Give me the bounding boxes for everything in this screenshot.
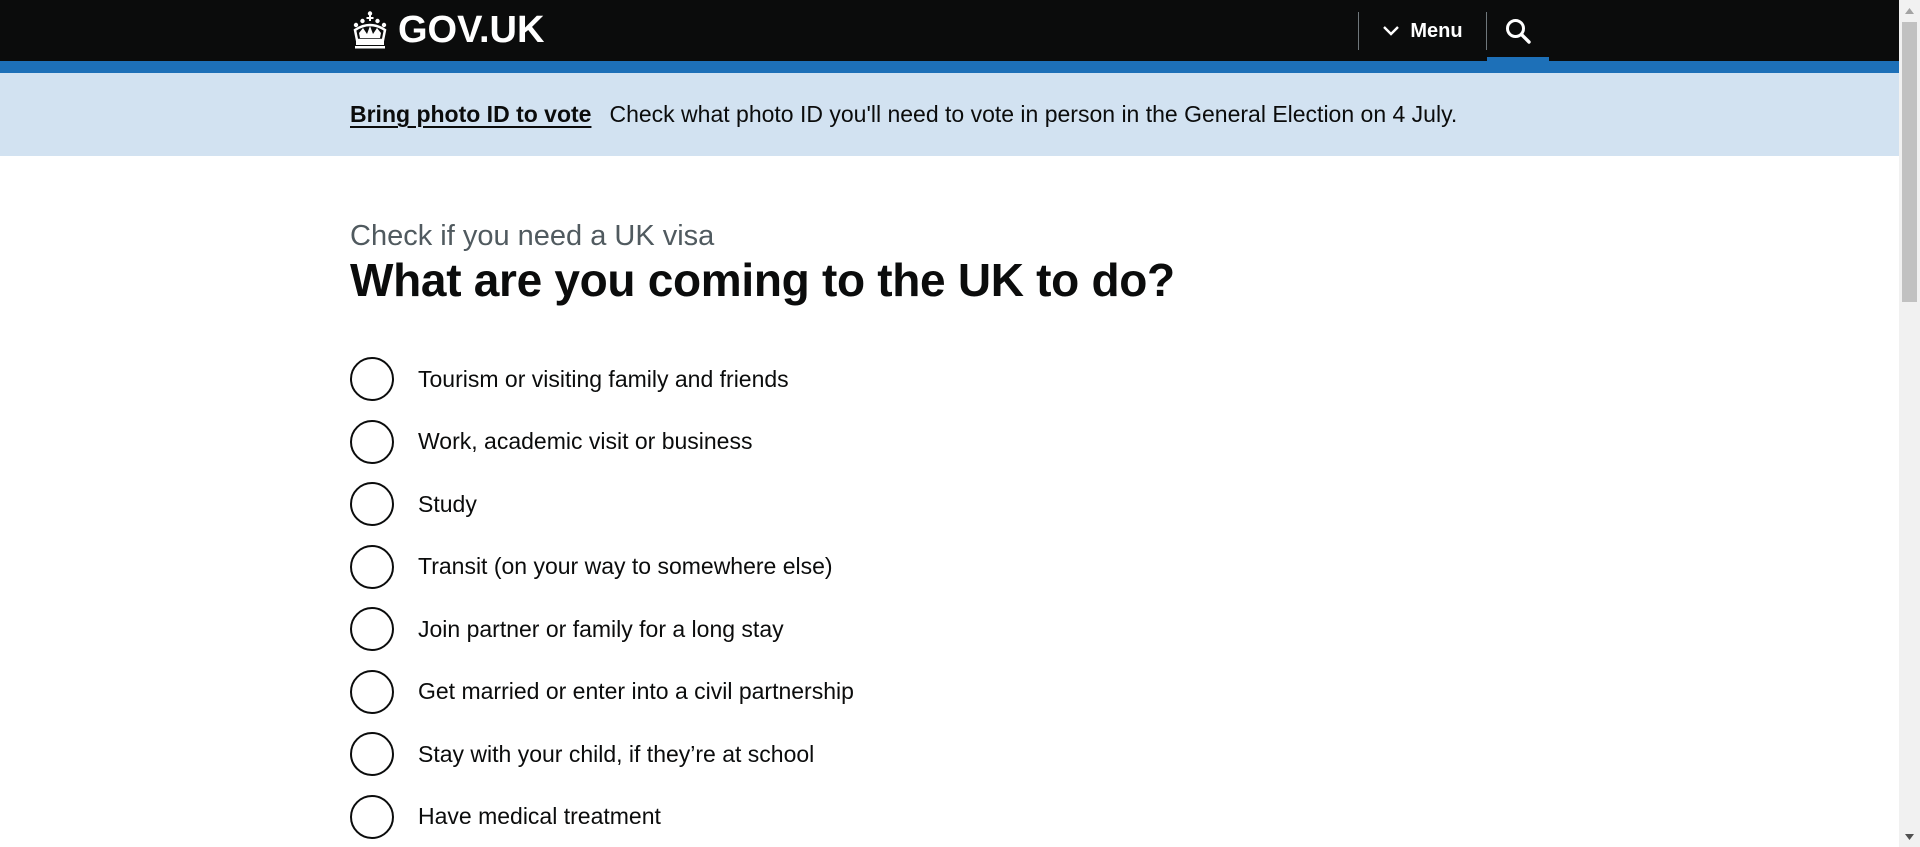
page: GOV.UK Menu Bring photo ID to vote Check… (0, 0, 1899, 847)
menu-button[interactable]: Menu (1360, 12, 1485, 50)
site-header: GOV.UK Menu (0, 0, 1899, 61)
radio-button[interactable] (350, 544, 394, 589)
question-caption: Check if you need a UK visa (350, 220, 715, 252)
search-button[interactable] (1487, 12, 1549, 50)
radio-group: Tourism or visiting family and friends W… (350, 348, 1250, 847)
radio-label[interactable]: Join partner or family for a long stay (418, 616, 784, 643)
scrollbar-thumb[interactable] (1902, 22, 1917, 302)
radio-option[interactable]: Tourism or visiting family and friends (350, 348, 1250, 411)
scroll-up-icon (1905, 7, 1914, 14)
radio-label[interactable]: Get married or enter into a civil partne… (418, 678, 854, 705)
chevron-down-icon (1383, 26, 1400, 36)
radio-button[interactable] (350, 607, 394, 652)
banner-content: Bring photo ID to vote Check what photo … (350, 101, 1457, 128)
scroll-down-arrow[interactable] (1899, 828, 1920, 845)
radio-label[interactable]: Have medical treatment (418, 803, 661, 830)
scroll-up-arrow[interactable] (1899, 2, 1920, 19)
radio-label[interactable]: Transit (on your way to somewhere else) (418, 553, 833, 580)
radio-option[interactable]: Work, academic visit or business (350, 411, 1250, 474)
menu-label: Menu (1410, 19, 1463, 42)
radio-option[interactable]: Study (350, 473, 1250, 536)
radio-button[interactable] (350, 669, 394, 714)
radio-label[interactable]: Work, academic visit or business (418, 428, 752, 455)
radio-option[interactable]: Transit (on your way to somewhere else) (350, 536, 1250, 599)
radio-option[interactable]: Join partner or family for a long stay (350, 598, 1250, 661)
crown-icon (353, 11, 387, 49)
radio-option[interactable]: Have medical treatment (350, 786, 1250, 847)
radio-button[interactable] (350, 357, 394, 402)
radio-option[interactable]: Stay with your child, if they’re at scho… (350, 723, 1250, 786)
radio-button[interactable] (350, 794, 394, 839)
radio-label[interactable]: Tourism or visiting family and friends (418, 366, 789, 393)
header-divider (1358, 12, 1359, 50)
banner-link[interactable]: Bring photo ID to vote (350, 101, 591, 128)
radio-button[interactable] (350, 419, 394, 464)
radio-label[interactable]: Study (418, 491, 477, 518)
radio-label[interactable]: Stay with your child, if they’re at scho… (418, 741, 814, 768)
radio-button[interactable] (350, 732, 394, 777)
logo-text: GOV.UK (398, 9, 545, 51)
banner-message: Check what photo ID you'll need to vote … (609, 101, 1458, 127)
radio-option[interactable]: Get married or enter into a civil partne… (350, 661, 1250, 724)
govuk-logo-link[interactable]: GOV.UK (350, 6, 544, 54)
emergency-banner: Bring photo ID to vote Check what photo … (0, 73, 1899, 156)
page-title: What are you coming to the UK to do? (350, 254, 1175, 306)
radio-button[interactable] (350, 482, 394, 527)
search-icon (1506, 19, 1531, 44)
header-blue-stripe (0, 61, 1899, 73)
scroll-down-icon (1905, 833, 1914, 840)
